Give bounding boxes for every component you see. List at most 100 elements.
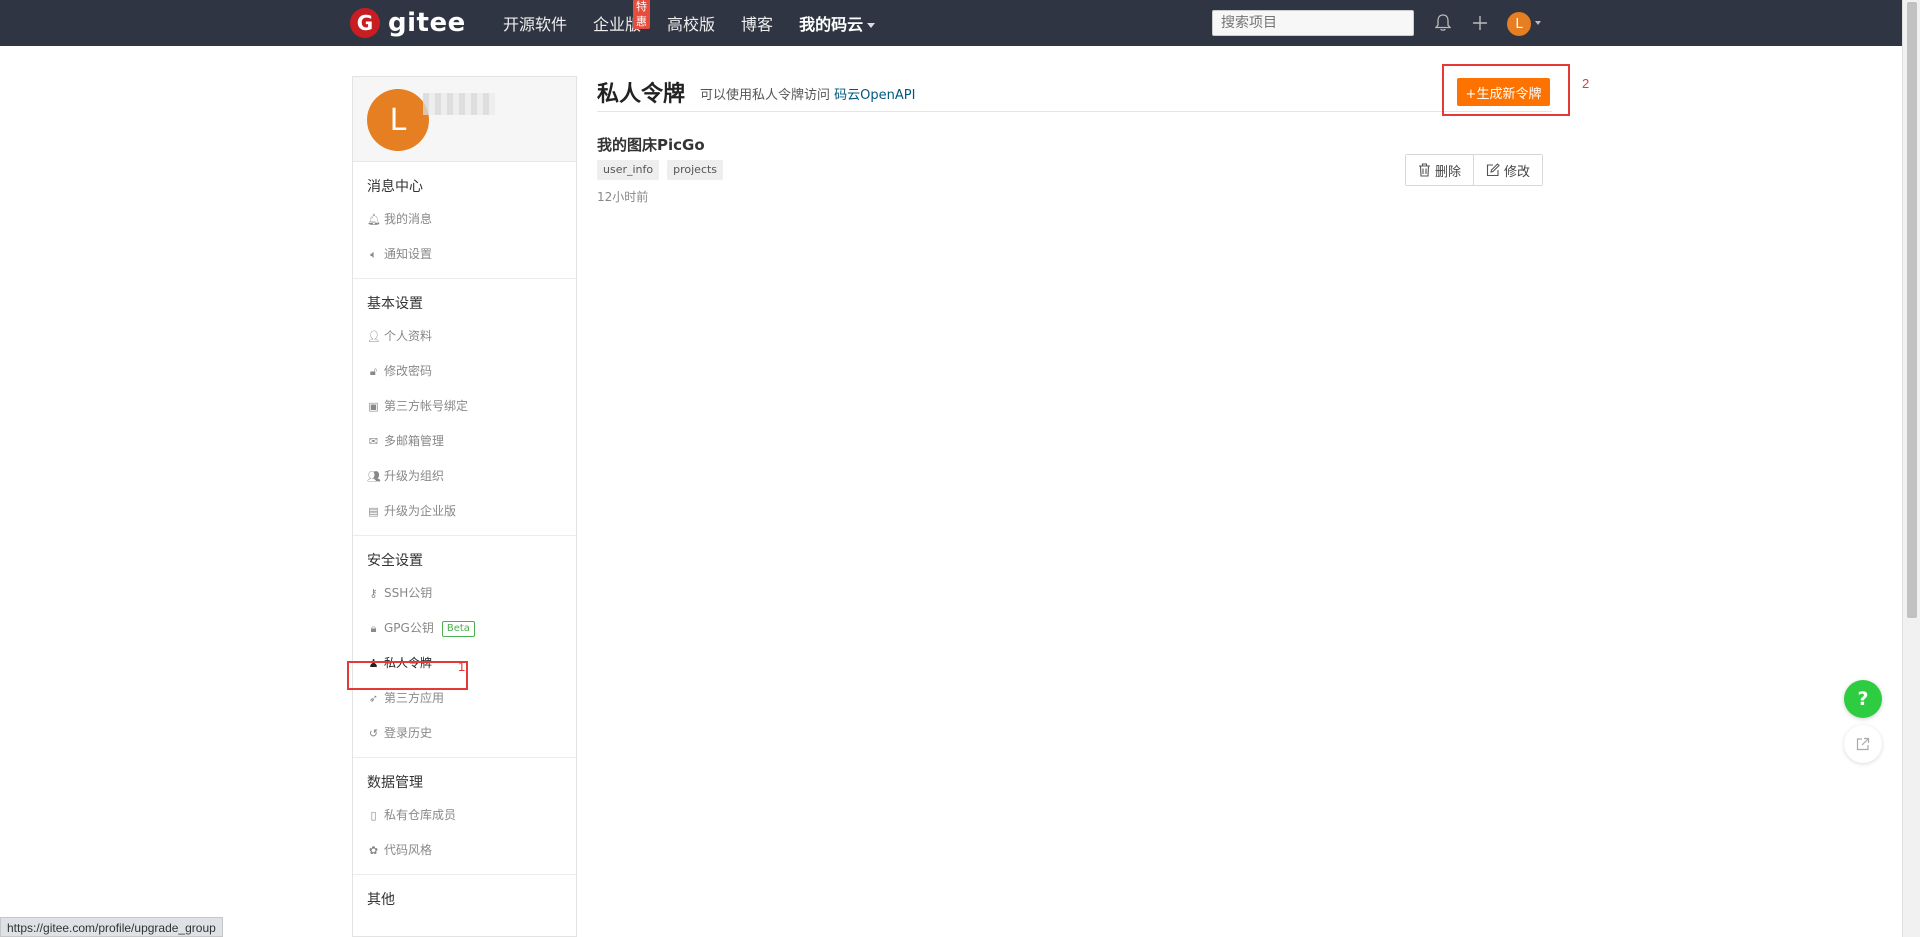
delete-label: 删除 bbox=[1435, 164, 1462, 180]
gitee-logo-text: gitee bbox=[388, 8, 466, 38]
sidebar-item-label: 登录历史 bbox=[384, 726, 433, 740]
mail-icon: ✉ bbox=[368, 435, 379, 448]
building-icon: ▤ bbox=[368, 505, 379, 518]
bell-icon[interactable] bbox=[1432, 12, 1454, 34]
annotation-step-2: 2 bbox=[1582, 76, 1590, 91]
gitee-logo-icon: G bbox=[350, 8, 380, 38]
status-bar-url: https://gitee.com/profile/upgrade_group bbox=[0, 917, 223, 937]
sidebar-item-label: 升级为组织 bbox=[384, 469, 445, 483]
search-input[interactable] bbox=[1212, 10, 1414, 36]
profile-card: L bbox=[353, 77, 576, 162]
token-name: 我的图床PicGo bbox=[597, 136, 705, 154]
sidebar-item-label: 升级为企业版 bbox=[384, 504, 457, 518]
nav-link-education[interactable]: 高校版 bbox=[667, 11, 715, 35]
page-description-text: 可以使用私人令牌访问 bbox=[700, 88, 831, 103]
menu-group-other: 其他 bbox=[353, 875, 576, 921]
user-icon: 👤︎ bbox=[367, 330, 381, 343]
sidebar-item-login-history[interactable]: ↺ 登录历史 bbox=[353, 716, 576, 751]
annotation-step-1: 1 bbox=[458, 659, 466, 674]
sidebar-item-label: 私有仓库成员 bbox=[384, 808, 457, 822]
annotation-box-1 bbox=[347, 661, 468, 690]
sidebar-item-password[interactable]: 🔓︎ 修改密码 bbox=[353, 354, 576, 389]
sidebar-item-label: 第三方帐号绑定 bbox=[384, 399, 469, 413]
nav-link-my-gitee[interactable]: 我的码云 bbox=[799, 11, 876, 35]
sidebar-item-label: 多邮箱管理 bbox=[384, 434, 445, 448]
scope-tag: user_info bbox=[597, 160, 660, 180]
navbar-inner: G gitee 开源软件 企业版 特惠 高校版 博客 我的码云 L bbox=[350, 0, 1550, 46]
sidebar-item-gpg-keys[interactable]: 🔒︎ GPG公钥 Beta bbox=[353, 611, 576, 646]
sidebar-item-label: SSH公钥 bbox=[384, 586, 433, 600]
help-button[interactable]: ? bbox=[1844, 680, 1882, 718]
feedback-button[interactable] bbox=[1844, 725, 1882, 763]
bell-icon: 🔔︎ bbox=[367, 213, 381, 226]
nav-link-enterprise[interactable]: 企业版 特惠 bbox=[593, 0, 651, 35]
edit-label: 修改 bbox=[1504, 164, 1531, 180]
nav-badge-promo: 特惠 bbox=[633, 0, 651, 29]
page-description: 可以使用私人令牌访问 码云OpenAPI bbox=[700, 84, 915, 103]
profile-avatar[interactable]: L bbox=[367, 89, 429, 151]
main-content: 私人令牌 可以使用私人令牌访问 码云OpenAPI +生成新令牌 我的图床Pic… bbox=[597, 74, 1552, 204]
group-title-basic: 基本设置 bbox=[367, 296, 423, 312]
sidebar-item-label: 我的消息 bbox=[384, 212, 433, 226]
id-card-icon: ▣ bbox=[368, 400, 379, 413]
sidebar-item-repo-members[interactable]: ▯ 私有仓库成员 bbox=[353, 798, 576, 833]
history-icon: ↺ bbox=[368, 727, 379, 740]
sidebar-item-ssh-keys[interactable]: ⚷ SSH公钥 bbox=[353, 576, 576, 611]
sidebar-item-profile[interactable]: 👤︎ 个人资料 bbox=[353, 319, 576, 354]
sidebar-item-label: GPG公钥 bbox=[384, 621, 434, 635]
openapi-link[interactable]: 码云OpenAPI bbox=[834, 88, 915, 103]
sidebar-item-upgrade-enterprise[interactable]: ▤ 升级为企业版 bbox=[353, 494, 576, 529]
nav-link-my-gitee-label: 我的码云 bbox=[799, 15, 864, 34]
settings-sidebar: L 消息中心 🔔︎ 我的消息 🔈︎ 通知设置 基本设置 👤︎ 个人资料 🔓︎ 修… bbox=[352, 76, 577, 937]
sidebar-item-upgrade-org[interactable]: 👥︎ 升级为组织 bbox=[353, 459, 576, 494]
delete-token-button[interactable]: 删除 bbox=[1406, 155, 1474, 185]
group-title-security: 安全设置 bbox=[367, 553, 423, 569]
speaker-icon: 🔈︎ bbox=[370, 248, 377, 261]
lock-icon: 🔒︎ bbox=[370, 622, 377, 635]
sidebar-item-third-party-binding[interactable]: ▣ 第三方帐号绑定 bbox=[353, 389, 576, 424]
nav-link-blog[interactable]: 博客 bbox=[741, 11, 773, 35]
group-title-other: 其他 bbox=[367, 892, 395, 908]
clipboard-icon: ▯ bbox=[370, 809, 377, 822]
group-title-messages: 消息中心 bbox=[367, 179, 423, 195]
sidebar-item-label: 修改密码 bbox=[384, 364, 433, 378]
edit-token-button[interactable]: 修改 bbox=[1473, 155, 1543, 185]
sidebar-item-emails[interactable]: ✉ 多邮箱管理 bbox=[353, 424, 576, 459]
palette-icon: ✿ bbox=[368, 844, 379, 857]
token-scopes: user_info projects bbox=[597, 160, 731, 180]
menu-group-basic: 基本设置 👤︎ 个人资料 🔓︎ 修改密码 ▣ 第三方帐号绑定 ✉ 多邮箱管理 👥… bbox=[353, 279, 576, 536]
avatar-chevron-down-icon[interactable] bbox=[1535, 21, 1541, 25]
gitee-logo[interactable]: G gitee bbox=[350, 8, 466, 38]
title-row: 私人令牌 可以使用私人令牌访问 码云OpenAPI +生成新令牌 bbox=[597, 74, 1552, 112]
top-navbar: G gitee 开源软件 企业版 特惠 高校版 博客 我的码云 L bbox=[0, 0, 1920, 46]
annotation-box-2 bbox=[1442, 64, 1570, 116]
sidebar-item-label: 个人资料 bbox=[384, 329, 433, 343]
menu-group-messages: 消息中心 🔔︎ 我的消息 🔈︎ 通知设置 bbox=[353, 162, 576, 279]
key-icon: ⚷ bbox=[369, 587, 378, 600]
unlock-icon: 🔓︎ bbox=[369, 365, 378, 378]
user-avatar[interactable]: L bbox=[1507, 12, 1531, 36]
beta-badge: Beta bbox=[441, 620, 475, 637]
nav-link-opensource[interactable]: 开源软件 bbox=[503, 11, 567, 35]
sidebar-item-my-messages[interactable]: 🔔︎ 我的消息 bbox=[353, 202, 576, 237]
edit-icon bbox=[1486, 163, 1500, 177]
token-created-time: 12小时前 bbox=[597, 190, 649, 204]
menu-group-data: 数据管理 ▯ 私有仓库成员 ✿ 代码风格 bbox=[353, 758, 576, 875]
nav-links: 开源软件 企业版 特惠 高校版 博客 我的码云 bbox=[503, 0, 901, 46]
page-scrollbar[interactable] bbox=[1902, 0, 1920, 937]
sidebar-item-code-style[interactable]: ✿ 代码风格 bbox=[353, 833, 576, 868]
menu-group-security: 安全设置 ⚷ SSH公钥 🔒︎ GPG公钥 Beta ♟ 私人令牌 ➶ 第三方应… bbox=[353, 536, 576, 758]
scope-tag: projects bbox=[667, 160, 724, 180]
token-actions: 删除 修改 bbox=[1405, 154, 1544, 186]
blurred-username bbox=[423, 93, 495, 115]
chevron-down-icon bbox=[867, 23, 876, 28]
scrollbar-thumb[interactable] bbox=[1907, 2, 1917, 618]
sidebar-item-label: 代码风格 bbox=[384, 843, 433, 857]
group-title-data: 数据管理 bbox=[367, 775, 423, 791]
plus-icon[interactable] bbox=[1469, 12, 1491, 34]
sidebar-item-notification-settings[interactable]: 🔈︎ 通知设置 bbox=[353, 237, 576, 272]
trash-icon bbox=[1419, 163, 1430, 177]
page-title: 私人令牌 bbox=[597, 82, 686, 107]
sidebar-item-label: 通知设置 bbox=[384, 247, 433, 261]
users-icon: 👥︎ bbox=[367, 470, 381, 483]
